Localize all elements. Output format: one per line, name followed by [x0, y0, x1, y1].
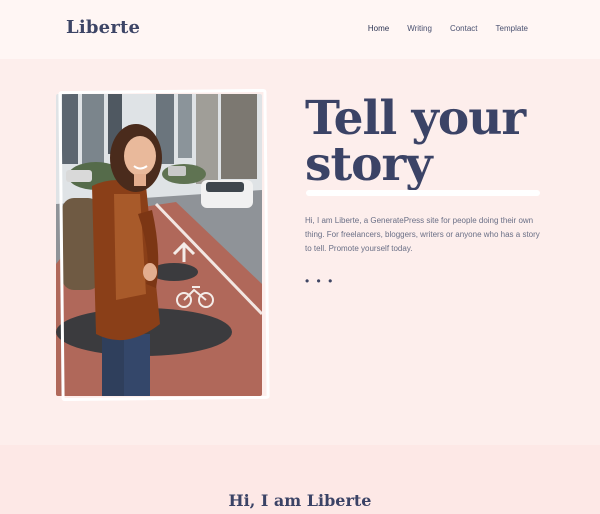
- site-header: Liberte Home Writing Contact Template: [0, 0, 600, 59]
- intro-section: Hi, I am Liberte: [0, 445, 600, 514]
- nav-writing[interactable]: Writing: [407, 24, 432, 33]
- nav-contact[interactable]: Contact: [450, 24, 478, 33]
- hero-intro: Hi, I am Liberte, a GeneratePress site f…: [305, 216, 540, 253]
- hero-photo: [56, 88, 270, 404]
- photo-frame: [58, 88, 270, 402]
- site-logo[interactable]: Liberte: [66, 17, 140, 38]
- nav-home[interactable]: Home: [368, 24, 389, 33]
- nav-template[interactable]: Template: [496, 24, 528, 33]
- hero-headline: Tell your story: [305, 91, 526, 192]
- main-nav: Home Writing Contact Template: [350, 24, 528, 33]
- hero-dots: • • •: [305, 274, 335, 288]
- headline-underline: [306, 190, 540, 196]
- intro-section-title: Hi, I am Liberte: [228, 491, 372, 510]
